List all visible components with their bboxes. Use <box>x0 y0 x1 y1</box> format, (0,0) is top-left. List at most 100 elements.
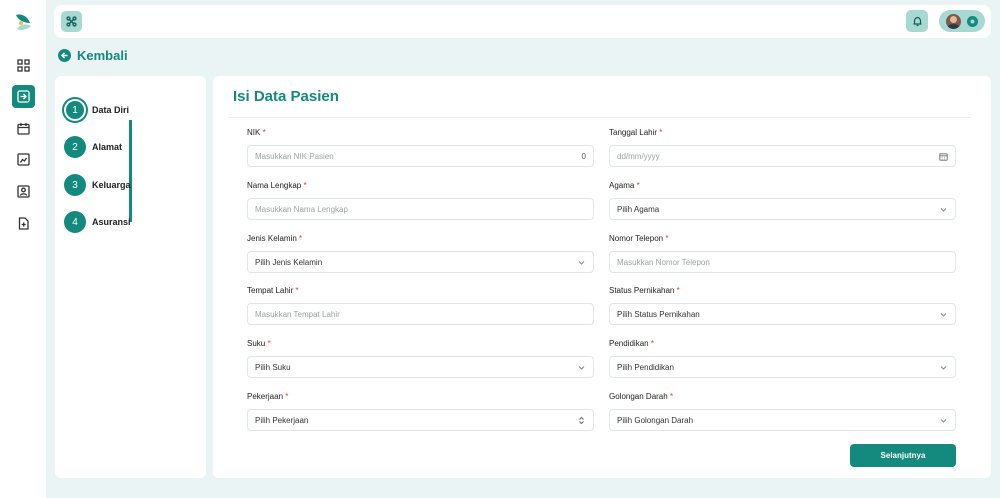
document-add-icon <box>18 217 29 230</box>
gear-icon[interactable] <box>966 15 979 28</box>
field-label: Golongan Darah <box>609 392 668 401</box>
golongan-darah-field: Golongan Darah * Pilih Golongan Darah <box>609 392 956 431</box>
patient-card-icon <box>17 185 30 198</box>
step-label: Alamat <box>92 142 123 152</box>
jenis-kelamin-value: Pilih Jenis Kelamin <box>255 257 323 267</box>
status-pernikahan-value: Pilih Status Pernikahan <box>617 309 700 319</box>
divider <box>228 117 971 118</box>
golongan-darah-select[interactable]: Pilih Golongan Darah <box>609 409 956 431</box>
field-label: Agama <box>609 181 635 190</box>
field-label: Nomor Telepon <box>609 234 664 243</box>
nama-lengkap-input[interactable]: Masukkan Nama Lengkap <box>247 198 594 220</box>
step-label: Asuransi <box>92 217 131 227</box>
profile-button[interactable] <box>939 10 985 32</box>
suku-select[interactable]: Pilih Suku <box>247 356 594 378</box>
required-mark: * <box>659 128 663 137</box>
required-mark: * <box>650 339 654 348</box>
updown-icon <box>579 416 584 424</box>
notification-button[interactable] <box>906 10 928 32</box>
required-mark: * <box>262 128 266 137</box>
tanggal-lahir-field: Tanggal Lahir * dd/mm/yyyy <box>609 128 956 167</box>
dashboard-icon <box>17 59 30 72</box>
nik-placeholder: Masukkan NIK Pasien <box>255 151 334 161</box>
required-mark: * <box>285 392 289 401</box>
pendidikan-select[interactable]: Pilih Pendidikan <box>609 356 956 378</box>
report-icon <box>17 153 30 166</box>
nik-input[interactable]: Masukkan NIK Pasien 0 <box>247 145 594 167</box>
field-label: Tanggal Lahir <box>609 128 658 137</box>
nama-lengkap-placeholder: Masukkan Nama Lengkap <box>255 204 348 214</box>
required-mark: * <box>669 392 674 401</box>
step-alamat[interactable]: 2 Alamat <box>64 136 122 158</box>
pekerjaan-select[interactable]: Pilih Pekerjaan <box>247 409 594 431</box>
field-label: Suku <box>247 339 266 348</box>
sidebar-item-document[interactable] <box>12 212 35 235</box>
step-data-diri[interactable]: 1 Data Diri <box>64 99 129 121</box>
form-stepper: 1 Data Diri 2 Alamat 3 Keluarga 4 Asuran… <box>55 76 206 478</box>
sidebar-item-patient[interactable] <box>12 180 35 203</box>
top-bar <box>54 5 991 38</box>
chevron-down-icon <box>940 312 947 317</box>
sidebar-item-dashboard[interactable] <box>12 54 35 77</box>
tempat-lahir-placeholder: Masukkan Tempat Lahir <box>255 309 340 319</box>
golongan-darah-value: Pilih Golongan Darah <box>617 415 694 425</box>
status-pernikahan-field: Status Pernikahan * Pilih Status Pernika… <box>609 286 956 325</box>
back-arrow-icon <box>58 49 71 62</box>
nomor-telepon-placeholder: Masukkan Nomor Telepon <box>617 257 710 267</box>
chevron-down-icon <box>940 418 947 423</box>
step-number: 4 <box>64 211 86 233</box>
field-label: Jenis Kelamin <box>247 234 297 243</box>
step-label: Data Diri <box>92 105 130 115</box>
field-label: Status Pernikahan <box>609 286 675 295</box>
avatar <box>945 13 961 29</box>
required-mark: * <box>303 181 307 190</box>
required-mark: * <box>636 181 640 190</box>
chevron-down-icon <box>940 207 947 212</box>
pendidikan-field: Pendidikan * Pilih Pendidikan <box>609 339 956 378</box>
nama-lengkap-field: Nama Lengkap * Masukkan Nama Lengkap <box>247 181 594 220</box>
field-label: Tempat Lahir <box>247 286 294 295</box>
app-logo[interactable] <box>12 11 34 33</box>
back-link[interactable]: Kembali <box>58 48 128 63</box>
calendar-icon <box>17 123 30 135</box>
step-number: 1 <box>64 99 86 121</box>
chevron-down-icon <box>578 260 585 265</box>
sidebar-item-register[interactable] <box>12 85 35 108</box>
sidebar-item-report[interactable] <box>12 148 35 171</box>
register-icon <box>17 90 30 103</box>
step-number: 3 <box>64 174 86 196</box>
chevron-down-icon <box>940 365 947 370</box>
nomor-telepon-input[interactable]: Masukkan Nomor Telepon <box>609 251 956 273</box>
sidebar-rail <box>0 0 46 498</box>
page-title: Isi Data Pasien <box>233 88 339 105</box>
next-button[interactable]: Selanjutnya <box>850 444 956 467</box>
agama-value: Pilih Agama <box>617 204 660 214</box>
tanggal-lahir-placeholder: dd/mm/yyyy <box>617 151 660 161</box>
nik-counter: 0 <box>581 151 586 161</box>
required-mark: * <box>299 234 303 243</box>
field-label: NIK <box>247 128 261 137</box>
patient-form-card: Isi Data Pasien NIK * Masukkan NIK Pasie… <box>213 76 991 478</box>
tanggal-lahir-input[interactable]: dd/mm/yyyy <box>609 145 956 167</box>
step-keluarga[interactable]: 3 Keluarga <box>64 174 131 196</box>
chevron-down-icon <box>578 365 585 370</box>
jenis-kelamin-select[interactable]: Pilih Jenis Kelamin <box>247 251 594 273</box>
nik-field: NIK * Masukkan NIK Pasien 0 <box>247 128 594 167</box>
pendidikan-value: Pilih Pendidikan <box>617 362 674 372</box>
step-asuransi[interactable]: 4 Asuransi <box>64 211 131 233</box>
suku-value: Pilih Suku <box>255 362 291 372</box>
agama-select[interactable]: Pilih Agama <box>609 198 956 220</box>
suku-field: Suku * Pilih Suku <box>247 339 594 378</box>
required-mark: * <box>665 234 669 243</box>
step-label: Keluarga <box>92 180 131 190</box>
menu-button[interactable] <box>61 11 82 32</box>
status-pernikahan-select[interactable]: Pilih Status Pernikahan <box>609 303 956 325</box>
sidebar-item-schedule[interactable] <box>12 117 35 140</box>
jenis-kelamin-field: Jenis Kelamin * Pilih Jenis Kelamin <box>247 234 594 273</box>
bell-icon <box>913 16 921 26</box>
field-label: Pekerjaan <box>247 392 284 401</box>
tempat-lahir-input[interactable]: Masukkan Tempat Lahir <box>247 303 594 325</box>
nomor-telepon-field: Nomor Telepon * Masukkan Nomor Telepon <box>609 234 956 273</box>
step-connector <box>129 120 132 222</box>
calendar-picker-icon[interactable] <box>939 152 948 161</box>
